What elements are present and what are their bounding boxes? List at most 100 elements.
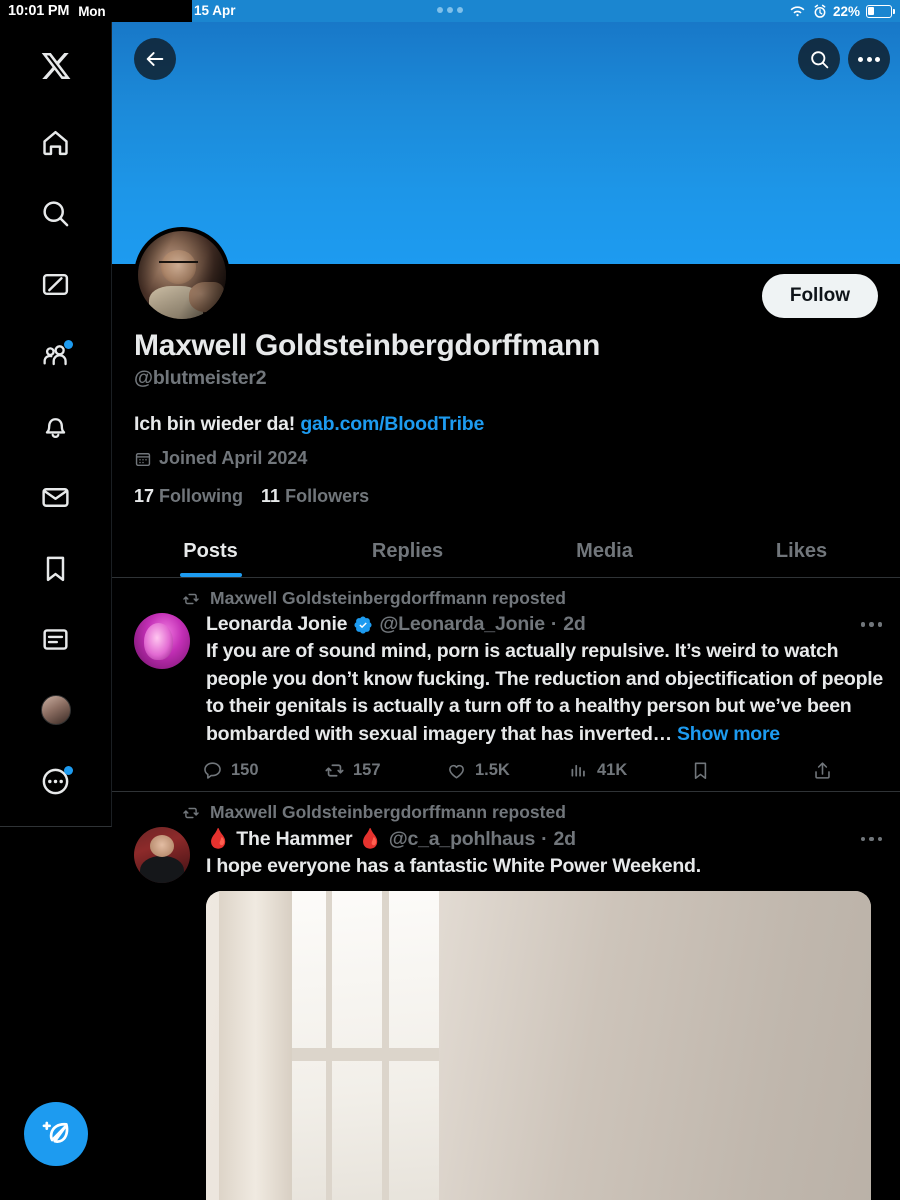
- post-more-button[interactable]: [860, 836, 882, 842]
- following-count-group[interactable]: 17 Following: [134, 486, 243, 507]
- status-bar: 10:01 PM Mon 15 Apr 22%: [0, 0, 900, 22]
- joined-label: Joined April 2024: [159, 448, 308, 468]
- avatar: [40, 695, 71, 725]
- views-count: 41K: [597, 761, 628, 779]
- post-more-button[interactable]: [860, 622, 882, 627]
- blood-drop-emoji-left: 🩸: [206, 828, 231, 850]
- sidebar-item-notifications[interactable]: [28, 400, 84, 452]
- status-day: Mon: [78, 3, 106, 19]
- reply-count: 150: [231, 761, 259, 779]
- post-author-avatar[interactable]: [134, 613, 190, 669]
- more-dots-icon: [858, 56, 880, 62]
- home-icon: [43, 130, 68, 155]
- compose-icon: [42, 273, 69, 295]
- main-column: Follow Maxwell Goldsteinbergdorffmann @b…: [112, 22, 900, 1200]
- sidebar-item-x-logo[interactable]: [28, 40, 84, 92]
- views-action[interactable]: 41K: [568, 760, 690, 781]
- reply-action[interactable]: 150: [202, 760, 324, 781]
- tab-media-label: Media: [576, 540, 633, 562]
- alarm-icon: [814, 4, 826, 18]
- follow-row: Follow: [112, 264, 900, 328]
- post-author-handle[interactable]: @c_a_pohlhaus: [389, 828, 536, 851]
- following-count: 17: [134, 486, 155, 506]
- blood-drop-emoji-right: 🩸: [358, 828, 383, 850]
- back-button[interactable]: [134, 38, 176, 80]
- share-action[interactable]: [812, 760, 833, 781]
- repost-icon: [183, 807, 199, 818]
- compose-post-button[interactable]: [24, 1102, 88, 1166]
- tab-replies-label: Replies: [371, 540, 444, 562]
- repost-context: Maxwell Goldsteinbergdorffmann reposted: [134, 802, 886, 823]
- post-author-name[interactable]: The Hammer: [236, 828, 352, 851]
- post-row: 🩸 The Hammer 🩸 @c_a_pohlhaus · 2d I hope…: [134, 827, 886, 1200]
- app-root: 10:01 PM Mon 15 Apr 22% Follow Maxwell G…: [0, 0, 900, 1200]
- calendar-icon: [135, 452, 151, 466]
- follow-button[interactable]: Follow: [761, 274, 878, 318]
- bookmark-action[interactable]: [690, 760, 812, 781]
- sidebar-item-messages[interactable]: [28, 471, 84, 523]
- show-more-link[interactable]: Show more: [677, 723, 780, 745]
- profile-tabs: Posts Replies Media Likes: [112, 527, 900, 578]
- sidebar-item-more[interactable]: [28, 755, 84, 807]
- post-body: Leonarda Jonie @Leonarda_Jonie · 2d If y…: [204, 613, 886, 791]
- post-text: If you are of sound mind, porn is actual…: [206, 638, 886, 748]
- tab-media[interactable]: Media: [506, 527, 703, 577]
- post-separator: ·: [550, 613, 558, 635]
- post-body: 🩸 The Hammer 🩸 @c_a_pohlhaus · 2d I hope…: [206, 827, 886, 1200]
- more-button[interactable]: [848, 38, 890, 80]
- views-chart-icon: [571, 764, 585, 777]
- repost-action[interactable]: 157: [324, 760, 446, 781]
- post-item[interactable]: Maxwell Goldsteinbergdorffmann reposted …: [112, 578, 900, 792]
- arrow-left-icon: [146, 52, 164, 66]
- post-header: 🩸 The Hammer 🩸 @c_a_pohlhaus · 2d: [206, 827, 886, 851]
- envelope-icon: [42, 487, 69, 507]
- profile-info: Maxwell Goldsteinbergdorffmann @blutmeis…: [112, 328, 900, 507]
- post-row: Leonarda Jonie @Leonarda_Jonie · 2d If y…: [134, 613, 886, 791]
- search-icon: [810, 50, 828, 68]
- tab-likes[interactable]: Likes: [703, 527, 900, 577]
- post-author-avatar[interactable]: [134, 827, 190, 883]
- like-action[interactable]: 1.5K: [446, 760, 568, 781]
- sidebar-item-compose[interactable]: [28, 258, 84, 310]
- verified-badge-icon: [354, 615, 372, 634]
- profile-avatar[interactable]: [134, 227, 230, 323]
- like-count: 1.5K: [475, 761, 510, 779]
- tab-posts[interactable]: Posts: [112, 527, 309, 577]
- bio-text: Ich bin wieder da!: [134, 413, 301, 435]
- repost-icon: [325, 764, 344, 777]
- profile-bio: Ich bin wieder da! gab.com/BloodTribe: [134, 413, 878, 436]
- banner-buttons: [112, 38, 900, 80]
- tab-likes-label: Likes: [775, 540, 828, 562]
- tab-replies[interactable]: Replies: [309, 527, 506, 577]
- status-dots: [437, 7, 463, 13]
- post-image[interactable]: [206, 890, 871, 1200]
- sidebar-item-search[interactable]: [28, 187, 84, 239]
- share-icon: [815, 762, 830, 779]
- followers-count-group[interactable]: 11 Followers: [261, 486, 369, 507]
- post-text-body: If you are of sound mind, porn is actual…: [206, 640, 884, 745]
- sidebar-item-lists[interactable]: [28, 613, 84, 665]
- repost-label: Maxwell Goldsteinbergdorffmann reposted: [210, 802, 566, 822]
- sidebar-item-bookmarks[interactable]: [28, 542, 84, 594]
- sidebar-item-communities[interactable]: [28, 329, 84, 381]
- sidebar-item-profile[interactable]: [28, 684, 84, 736]
- repost-context: Maxwell Goldsteinbergdorffmann reposted: [134, 588, 886, 609]
- sidebar-item-home[interactable]: [28, 116, 84, 168]
- bookmark-icon: [694, 762, 707, 779]
- feather-plus-icon: [42, 1121, 69, 1143]
- communities-badge-dot: [63, 340, 73, 349]
- post-author-name[interactable]: Leonarda Jonie: [206, 613, 348, 636]
- status-bar-left: 10:01 PM Mon: [0, 0, 192, 22]
- post-author-handle[interactable]: @Leonarda_Jonie: [379, 613, 545, 636]
- following-label: Following: [159, 486, 244, 506]
- heart-icon: [449, 764, 464, 779]
- wifi-icon: [790, 5, 805, 16]
- x-logo-icon: [41, 53, 70, 79]
- post-item[interactable]: Maxwell Goldsteinbergdorffmann reposted …: [112, 792, 900, 1200]
- search-button[interactable]: [798, 38, 840, 80]
- sidebar-nav: [0, 22, 112, 827]
- bio-link[interactable]: gab.com/BloodTribe: [300, 413, 484, 435]
- post-more-dots-icon: [860, 622, 882, 627]
- image-window: [272, 890, 439, 1200]
- tab-posts-label: Posts: [183, 540, 238, 562]
